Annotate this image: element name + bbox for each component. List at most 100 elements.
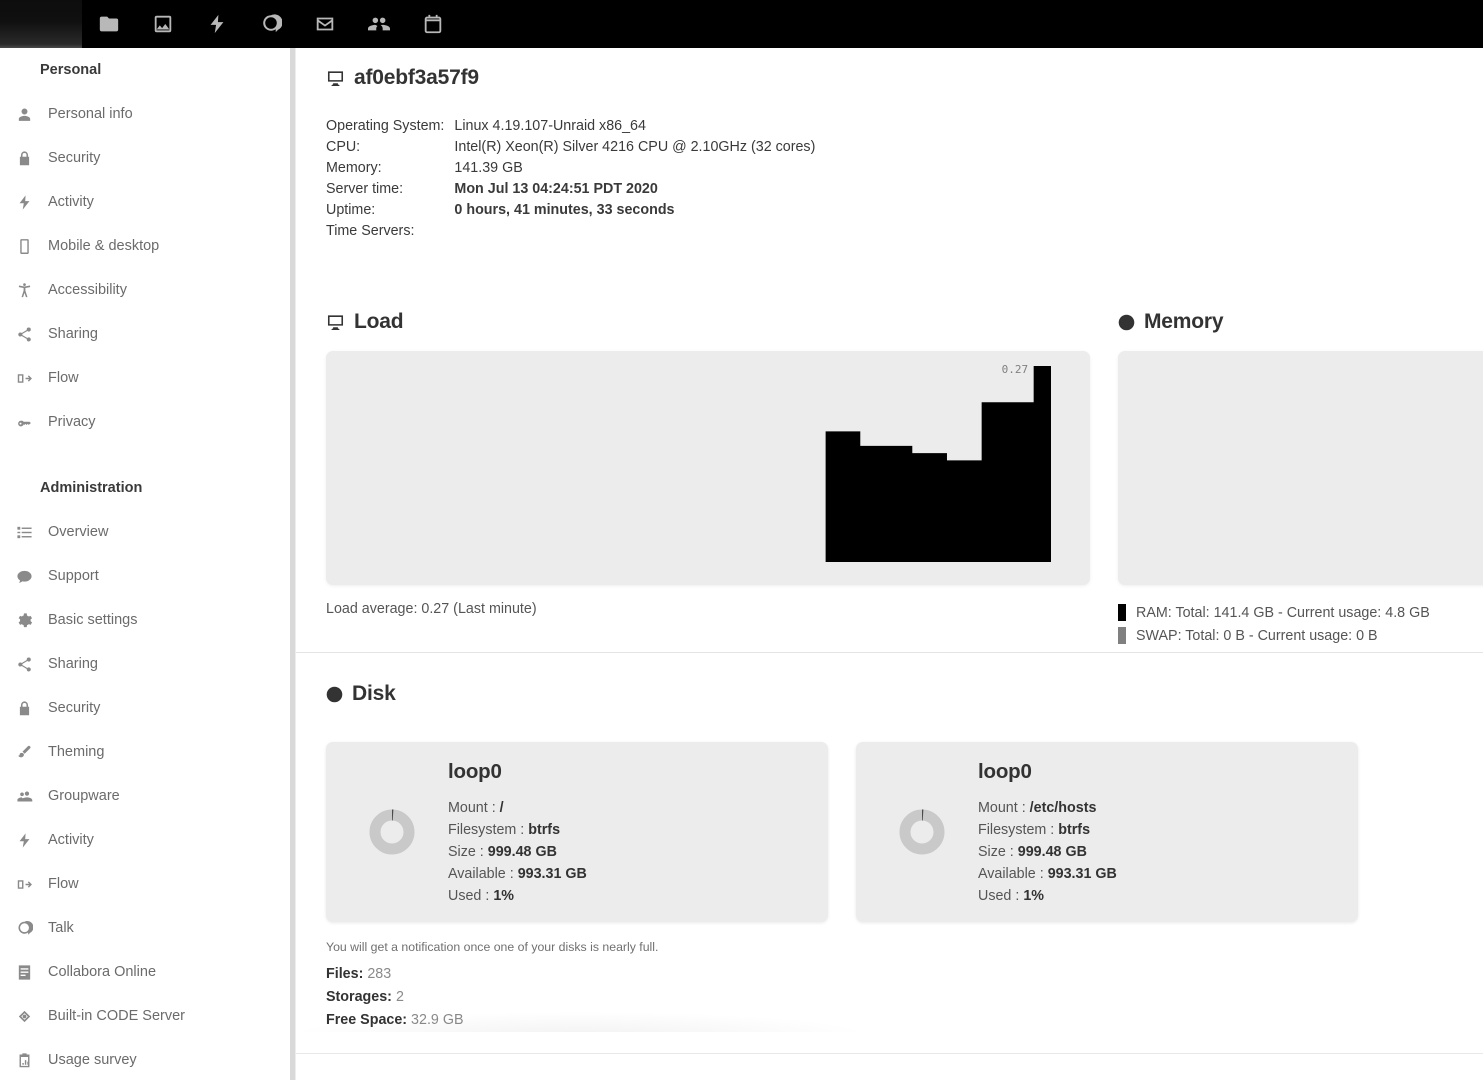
disk-usage-donut bbox=[898, 808, 946, 856]
contacts-icon[interactable] bbox=[352, 0, 406, 48]
nextcloud-logo[interactable] bbox=[0, 0, 82, 48]
files-icon[interactable] bbox=[82, 0, 136, 48]
sidebar-caption-administration: Administration bbox=[0, 466, 290, 510]
activity-icon bbox=[8, 191, 40, 213]
table-row: Uptime: 0 hours, 41 minutes, 33 seconds bbox=[326, 202, 815, 223]
disk-available-line: Available : 993.31 GB bbox=[978, 863, 1117, 885]
page-title: af0ebf3a57f9 bbox=[326, 66, 1483, 90]
mobile-icon bbox=[8, 235, 40, 257]
sidebar-item-basic-settings[interactable]: Basic settings bbox=[0, 598, 290, 642]
flow-icon bbox=[8, 873, 40, 895]
sidebar-item-groupware[interactable]: Groupware bbox=[0, 774, 290, 818]
overview-icon bbox=[8, 521, 40, 543]
sidebar-item-talk[interactable]: Talk bbox=[0, 906, 290, 950]
sidebar-item-label: Security bbox=[40, 150, 100, 166]
memory-chart bbox=[1118, 351, 1483, 585]
ram-legend-text: RAM: Total: 141.4 GB - Current usage: 4.… bbox=[1136, 605, 1430, 621]
load-section: Load 0.27 Load average: 0.27 (Last minut… bbox=[326, 310, 1090, 617]
sidebar-item-label: Personal info bbox=[40, 106, 133, 122]
sidebar-item-label: Flow bbox=[40, 370, 79, 386]
sidebar-item-label: Theming bbox=[40, 744, 104, 760]
sidebar-item-mobile-desktop[interactable]: Mobile & desktop bbox=[0, 224, 290, 268]
sidebar-item-admin-security[interactable]: Security bbox=[0, 686, 290, 730]
sidebar-item-label: Support bbox=[40, 568, 99, 584]
load-peak-label: 0.27 bbox=[1002, 363, 1029, 376]
disk-filesystem-line: Filesystem : btrfs bbox=[448, 819, 587, 841]
sidebar-item-label: Built-in CODE Server bbox=[40, 1008, 185, 1024]
hostname-text: af0ebf3a57f9 bbox=[354, 66, 479, 90]
disk-device-name: loop0 bbox=[448, 760, 587, 784]
disk-mount-line: Mount : /etc/hosts bbox=[978, 797, 1117, 819]
disk-used-line: Used : 1% bbox=[978, 885, 1117, 907]
mail-icon[interactable] bbox=[298, 0, 352, 48]
label-cpu: CPU: bbox=[326, 139, 454, 160]
key-icon bbox=[8, 411, 40, 433]
stat-storages: Storages: 2 bbox=[326, 986, 1476, 1009]
sidebar-item-activity[interactable]: Activity bbox=[0, 180, 290, 224]
disk-size-label: Size : bbox=[978, 844, 1014, 860]
sidebar-item-accessibility[interactable]: Accessibility bbox=[0, 268, 290, 312]
calendar-icon[interactable] bbox=[406, 0, 460, 48]
disk-used-value: 1% bbox=[493, 888, 514, 904]
disk-size-line: Size : 999.48 GB bbox=[978, 841, 1117, 863]
memory-title: Memory bbox=[1118, 310, 1483, 334]
sidebar-item-built-in-code-server[interactable]: Built-in CODE Server bbox=[0, 994, 290, 1038]
sidebar-item-label: Mobile & desktop bbox=[40, 238, 159, 254]
memory-section: Memory RAM: Total: 141.4 GB - Current us… bbox=[1118, 310, 1483, 647]
table-row: Memory: 141.39 GB bbox=[326, 160, 815, 181]
value-time-servers bbox=[454, 223, 815, 244]
gear-icon bbox=[8, 609, 40, 631]
disk-filesystem-label: Filesystem : bbox=[448, 822, 524, 838]
user-icon bbox=[8, 103, 40, 125]
sidebar-item-sharing[interactable]: Sharing bbox=[0, 312, 290, 356]
disk-usage-donut bbox=[368, 808, 416, 856]
sidebar-item-overview[interactable]: Overview bbox=[0, 510, 290, 554]
disk-notification-note: You will get a notification once one of … bbox=[326, 940, 1476, 954]
label-operating-system: Operating System: bbox=[326, 118, 454, 139]
memory-title-text: Memory bbox=[1144, 310, 1223, 334]
photos-icon[interactable] bbox=[136, 0, 190, 48]
groupware-icon bbox=[8, 785, 40, 807]
disk-mount-label: Mount : bbox=[448, 800, 496, 816]
table-row: Operating System: Linux 4.19.107-Unraid … bbox=[326, 118, 815, 139]
disk-available-line: Available : 993.31 GB bbox=[448, 863, 587, 885]
sidebar-item-label: Sharing bbox=[40, 326, 98, 342]
load-chart-plot bbox=[326, 351, 1090, 585]
disk-filesystem-label: Filesystem : bbox=[978, 822, 1054, 838]
stat-files-label: Files: bbox=[326, 966, 363, 982]
activity-icon[interactable] bbox=[190, 0, 244, 48]
value-cpu: Intel(R) Xeon(R) Silver 4216 CPU @ 2.10G… bbox=[454, 139, 815, 160]
value-operating-system: Linux 4.19.107-Unraid x86_64 bbox=[454, 118, 815, 139]
sidebar-item-support[interactable]: Support bbox=[0, 554, 290, 598]
sidebar-item-admin-sharing[interactable]: Sharing bbox=[0, 642, 290, 686]
sidebar-item-collabora-online[interactable]: Collabora Online bbox=[0, 950, 290, 994]
sidebar-item-admin-activity[interactable]: Activity bbox=[0, 818, 290, 862]
swap-legend-text: SWAP: Total: 0 B - Current usage: 0 B bbox=[1136, 628, 1378, 644]
sidebar-item-privacy[interactable]: Privacy bbox=[0, 400, 290, 444]
settings-content: af0ebf3a57f9 Operating System: Linux 4.1… bbox=[296, 48, 1483, 1080]
talk-icon[interactable] bbox=[244, 0, 298, 48]
activity-icon bbox=[8, 829, 40, 851]
disk-title-text: Disk bbox=[352, 682, 396, 706]
disk-available-value: 993.31 GB bbox=[1048, 866, 1117, 882]
load-chart: 0.27 bbox=[326, 351, 1090, 585]
disk-used-line: Used : 1% bbox=[448, 885, 587, 907]
talk-icon bbox=[8, 917, 40, 939]
survey-icon bbox=[8, 1049, 40, 1071]
sidebar-item-theming[interactable]: Theming bbox=[0, 730, 290, 774]
sidebar-spacer bbox=[0, 444, 290, 466]
sidebar-item-flow[interactable]: Flow bbox=[0, 356, 290, 400]
disk-size-line: Size : 999.48 GB bbox=[448, 841, 587, 863]
disk-mount-label: Mount : bbox=[978, 800, 1026, 816]
load-title: Load bbox=[326, 310, 1090, 334]
sidebar-item-personal-info[interactable]: Personal info bbox=[0, 92, 290, 136]
sidebar-item-security[interactable]: Security bbox=[0, 136, 290, 180]
sidebar-item-admin-flow[interactable]: Flow bbox=[0, 862, 290, 906]
legend-row-swap: SWAP: Total: 0 B - Current usage: 0 B bbox=[1118, 624, 1483, 647]
pie-chart-icon bbox=[326, 686, 343, 703]
sidebar-caption-personal: Personal bbox=[0, 48, 290, 92]
share-icon bbox=[8, 323, 40, 345]
lock-icon bbox=[8, 697, 40, 719]
sidebar-item-usage-survey[interactable]: Usage survey bbox=[0, 1038, 290, 1080]
monitor-icon bbox=[326, 69, 345, 88]
